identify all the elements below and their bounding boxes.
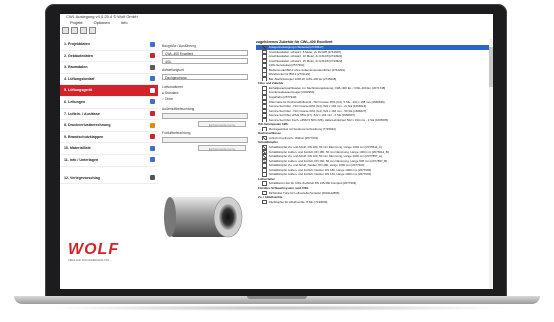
device-icon	[150, 87, 155, 93]
radio-none[interactable]: ○ Ohne	[162, 97, 173, 101]
sidebar-item-8[interactable]: 8. Druckverlustberechnung	[60, 120, 158, 132]
accessory-rows: Anlagenbefestigung 1 Bodenteil [2749917]…	[256, 45, 493, 205]
menu-optionen[interactable]: Optionen	[94, 20, 110, 25]
heater-label: Luftvorwärmer	[162, 85, 184, 89]
sidebar-item-12[interactable]: 12. Verlegevorschlag	[60, 173, 158, 185]
toolbar	[62, 27, 96, 36]
sidebar-item-label: 6. Leitungen	[64, 99, 86, 104]
sidebar-item-label: 1. Projektdaten	[64, 42, 90, 46]
menu-projekt[interactable]: Projekt	[70, 20, 82, 25]
sidebar-item-3[interactable]: 3. Raumdaten	[60, 62, 158, 74]
list-icon	[150, 145, 155, 151]
menu-info[interactable]: Info	[121, 20, 128, 25]
sidebar-item-7[interactable]: 7. Luftein- / Auslässe	[60, 109, 158, 121]
radio-standard[interactable]: ● Standard	[162, 91, 178, 95]
sidebar-item-6[interactable]: 6. Leitungen	[60, 97, 158, 109]
sidebar-item-label: 10. Materialliste	[64, 146, 91, 151]
info-icon	[150, 157, 155, 163]
accessory-text: Flexibles Schlauchsystem rund CWL	[258, 185, 309, 190]
app-window: CWL Auslegung v4.0.25.4 © Wolf GmbH Proj…	[60, 14, 493, 289]
logo-tagline: VIELE AUF MICH ENERGIEFLUSS ...	[68, 259, 113, 262]
accessory-text: Zu- / Abluftventile	[258, 195, 283, 200]
sidebar-item-9[interactable]: 9. Brandschutzklappen	[60, 132, 158, 144]
sidebar-item-label: 4. Lüftungsbedarf	[64, 76, 95, 81]
humidity-button[interactable]: Einfügungsbereiche	[198, 121, 246, 127]
sidebar-item-4[interactable]: 4. Lüftungsbedarf	[60, 74, 158, 86]
silencer-product-image	[164, 196, 243, 238]
grille-icon	[150, 111, 155, 117]
exhaust-select[interactable]	[162, 137, 248, 143]
sidebar-item-label: 3. Raumdaten	[64, 65, 88, 70]
accessory-checkbox[interactable]	[262, 199, 267, 205]
wolf-logo: WOLF VIELE AUF MICH ENERGIEFLUSS ...	[68, 242, 126, 263]
accessory-text: Dachanschlüsse	[258, 131, 281, 136]
pressure-icon	[150, 122, 155, 128]
accessory-text: Schalldämpfer	[258, 140, 278, 145]
sidebar-item-label: 11. Info / Unterlagen	[64, 157, 99, 162]
series-select[interactable]: CWL-400 Excellent	[162, 50, 248, 56]
airflow-icon	[150, 76, 155, 82]
save-icon[interactable]	[80, 27, 87, 34]
scrollbar[interactable]	[489, 39, 493, 289]
laptop-notch	[247, 296, 307, 299]
scrollbar-thumb[interactable]	[489, 47, 493, 87]
room-icon	[150, 64, 155, 70]
exhaust-button[interactable]: Einfügungsbereiche	[198, 145, 246, 151]
menu-bar: Projekt Optionen Info	[60, 20, 493, 26]
sidebar-item-label: 9. Brandschutzklappen	[64, 134, 104, 139]
sidebar-item-10[interactable]: 10. Materialliste	[60, 143, 158, 155]
layout-icon	[150, 175, 155, 181]
fire-icon	[150, 134, 155, 140]
sidebar-item-2[interactable]: 2. Gebäudedaten	[60, 51, 158, 63]
sidebar-item-label: 12. Verlegevorschlag	[64, 175, 100, 180]
laptop-shadow	[40, 305, 514, 311]
humidity-label: Außenluftbefeuchtung	[162, 107, 195, 111]
accessory-list: zugehörenes Zubehör für CWL-400 Excellen…	[256, 39, 493, 289]
house-icon	[150, 53, 155, 59]
sidebar-item-5[interactable]: 5. Lüftungsgerät	[60, 85, 158, 97]
document-icon	[150, 41, 155, 47]
sidebar-item-label: 5. Lüftungsgerät	[64, 88, 93, 93]
accessory-text: Filter und Zubehör	[258, 81, 284, 86]
sidebar-item-label: 7. Luftein- / Auslässe	[64, 111, 100, 116]
sidebar-item-label: 2. Gebäudedaten	[64, 53, 93, 58]
print-icon[interactable]	[89, 27, 96, 34]
position-select[interactable]: Dachgeschoss	[162, 74, 248, 80]
accessory-text: ISO-Schnippsatz CWL	[258, 122, 289, 127]
accessory-row[interactable]: Pfeifstopfen für Abluftventile, 8 Stk. […	[256, 199, 493, 205]
sidebar-item-1[interactable]: 1. Projektdaten	[60, 39, 158, 51]
pipe-icon	[150, 99, 155, 105]
position-label: Aufstellungsort	[162, 68, 184, 72]
humidity-select[interactable]	[162, 113, 248, 119]
series-label: Baugröße / Ausführung	[162, 44, 196, 48]
new-file-icon[interactable]	[62, 27, 69, 34]
exhaust-label: Fortluftbefeuchtung	[162, 131, 191, 135]
variant-select[interactable]: 4/0L	[162, 58, 248, 64]
accessory-text: Luftverteiler	[258, 176, 275, 181]
sidebar-item-label: 8. Druckverlustberechnung	[64, 123, 111, 128]
config-panel: Baugröße / Ausführung CWL-400 Excellent …	[158, 39, 254, 289]
accessory-text: Pfeifstopfen für Abluftventile, 8 Stk. […	[268, 199, 328, 204]
sidebar-item-11[interactable]: 11. Info / Unterlagen	[60, 155, 158, 167]
open-folder-icon[interactable]	[71, 27, 78, 34]
